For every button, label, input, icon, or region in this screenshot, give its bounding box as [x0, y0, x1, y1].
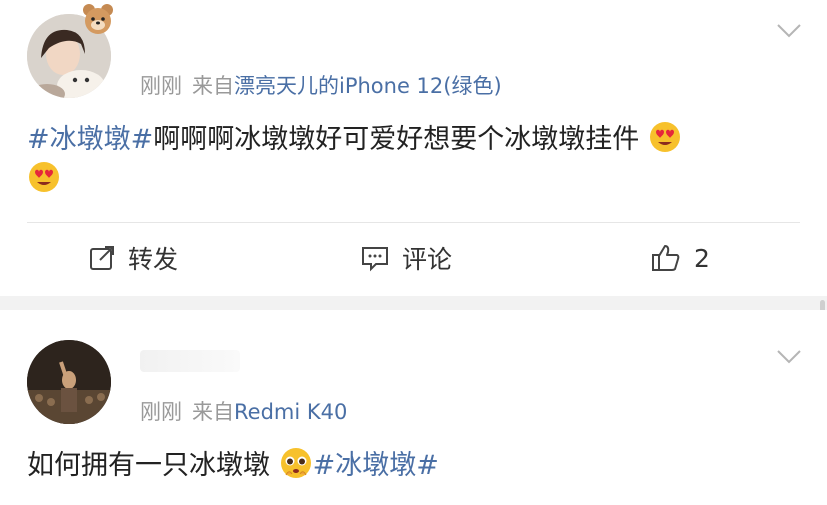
source-device-link[interactable]: Redmi K40: [234, 400, 347, 424]
blurred-username: [140, 350, 240, 372]
chevron-down-icon[interactable]: [776, 348, 802, 366]
heart-eyes-emoji: [649, 122, 680, 152]
thumbs-up-icon: [652, 245, 680, 271]
post-time: 刚刚: [140, 400, 182, 424]
like-button[interactable]: 2: [650, 236, 710, 280]
post-meta: 刚刚 来自Redmi K40: [140, 396, 347, 426]
user-avatar[interactable]: [27, 340, 111, 424]
post-text: 如何拥有一只冰墩墩: [27, 450, 270, 481]
pleading-face-emoji: [280, 448, 311, 478]
action-divider: [27, 222, 800, 223]
comment-icon: [362, 247, 388, 272]
topic-tag-link[interactable]: #冰墩墩#: [27, 124, 153, 155]
post-meta: 刚刚 来自漂亮天儿的iPhone 12(绿色): [140, 70, 502, 100]
source-device-link[interactable]: 漂亮天儿的iPhone 12(绿色): [234, 74, 502, 98]
post-content: #冰墩墩#啊啊啊冰墩墩好可爱好想要个冰墩墩挂件: [27, 120, 807, 200]
source-prefix: 来自: [192, 400, 234, 424]
post-text: 啊啊啊冰墩墩好可爱好想要个冰墩墩挂件: [153, 124, 640, 155]
bear-badge-icon: [83, 4, 113, 34]
post-time: 刚刚: [140, 74, 182, 98]
comment-button[interactable]: 评论: [360, 236, 452, 280]
post-content: 如何拥有一只冰墩墩 #冰墩墩#: [27, 446, 807, 486]
topic-tag-link[interactable]: #冰墩墩#: [313, 450, 439, 481]
like-count: 2: [694, 243, 710, 273]
repost-label: 转发: [128, 245, 179, 274]
comment-label: 评论: [402, 245, 453, 274]
weibo-post-1: 刚刚 来自漂亮天儿的iPhone 12(绿色) #冰墩墩#啊啊啊冰墩墩好可爱好想要…: [0, 0, 827, 296]
chevron-down-icon[interactable]: [776, 22, 802, 40]
source-prefix: 来自: [192, 74, 234, 98]
feed-separator: [0, 296, 827, 310]
heart-eyes-emoji: [29, 162, 59, 192]
repost-icon: [90, 246, 114, 270]
repost-button[interactable]: 转发: [88, 236, 178, 280]
